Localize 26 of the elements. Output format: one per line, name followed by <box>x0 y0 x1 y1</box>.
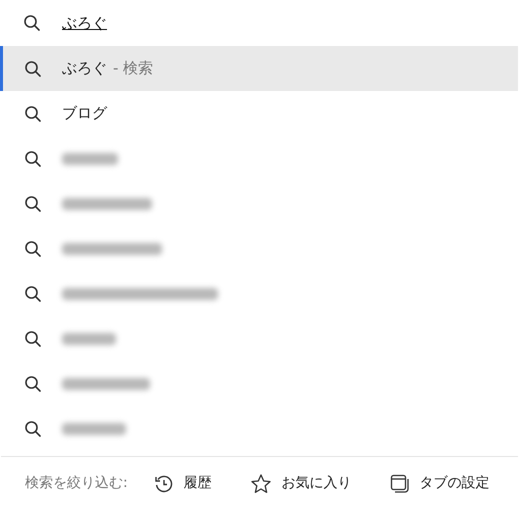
filter-button[interactable]: お気に入り <box>244 466 358 500</box>
search-field[interactable]: ぶろぐ <box>62 8 509 38</box>
suggestion-item[interactable]: ブログ <box>0 91 519 136</box>
search-icon <box>24 60 42 78</box>
search-icon <box>24 374 42 392</box>
search-icon <box>23 14 41 32</box>
search-icon <box>24 420 42 438</box>
filter-button[interactable]: タブの設定 <box>384 466 496 500</box>
tabs-icon <box>390 474 410 494</box>
suggestion-item[interactable]: ぶろぐ - 検索 <box>0 46 518 91</box>
filter-button[interactable]: 履歴 <box>148 466 218 500</box>
search-icon <box>24 284 42 302</box>
clock-icon <box>154 474 174 494</box>
search-icon <box>24 104 42 122</box>
blurred-text <box>62 422 126 434</box>
suggestion-suffix: - 検索 <box>113 58 154 80</box>
suggestion-text: ぶろぐ <box>62 58 107 80</box>
suggestion-text: ブログ <box>62 103 107 124</box>
search-icon <box>24 240 42 258</box>
star-icon <box>250 472 272 494</box>
search-icon <box>24 194 42 212</box>
search-icon <box>24 150 42 168</box>
blurred-text <box>62 332 116 344</box>
search-icon <box>24 330 42 348</box>
filter-label: 検索を絞り込む: <box>25 474 128 493</box>
blurred-text <box>62 152 118 164</box>
